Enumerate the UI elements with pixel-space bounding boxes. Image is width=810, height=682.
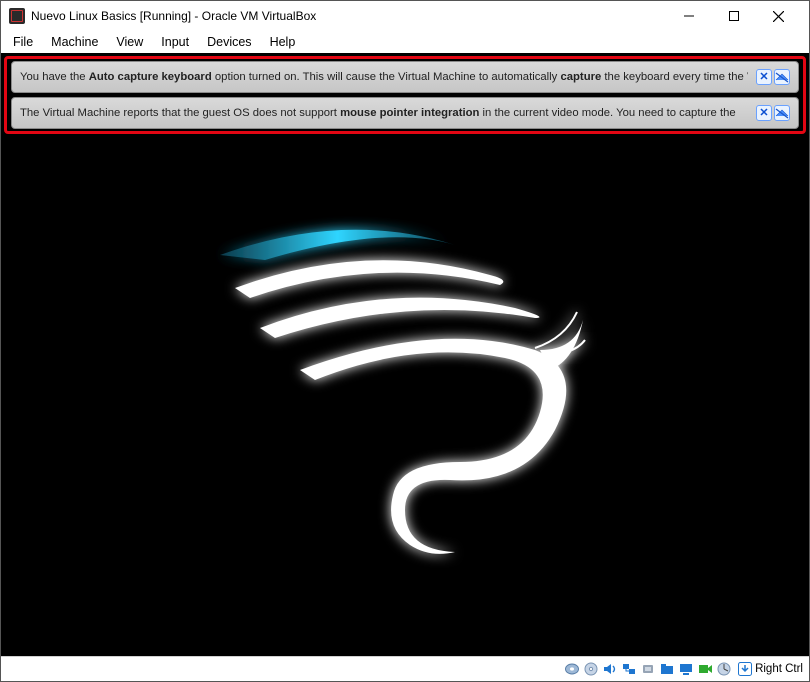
cpu-indicator-icon[interactable] bbox=[715, 661, 732, 678]
close-button[interactable] bbox=[756, 2, 801, 30]
guest-screen[interactable] bbox=[1, 53, 809, 656]
kali-dragon-logo bbox=[205, 200, 605, 560]
audio-indicator-icon[interactable] bbox=[601, 661, 618, 678]
window-title: Nuevo Linux Basics [Running] - Oracle VM… bbox=[31, 9, 316, 23]
vm-display-area[interactable]: You have the Auto capture keyboard optio… bbox=[1, 53, 809, 656]
dismiss-notification-button[interactable]: ✕ bbox=[756, 69, 772, 85]
menu-input[interactable]: Input bbox=[153, 33, 197, 51]
host-key-indicator[interactable]: Right Ctrl bbox=[738, 662, 803, 676]
menubar: File Machine View Input Devices Help bbox=[1, 31, 809, 53]
dismiss-notification-button[interactable]: ✕ bbox=[756, 105, 772, 121]
optical-drive-indicator-icon[interactable] bbox=[582, 661, 599, 678]
display-indicator-icon[interactable] bbox=[677, 661, 694, 678]
text: You have the bbox=[20, 71, 89, 83]
window-controls bbox=[666, 2, 801, 30]
menu-devices[interactable]: Devices bbox=[199, 33, 259, 51]
text: option turned on. This will cause the Vi… bbox=[212, 71, 561, 83]
text: the keyboard every time the VM bbox=[601, 71, 748, 83]
text-bold: mouse pointer integration bbox=[340, 107, 479, 119]
titlebar: Nuevo Linux Basics [Running] - Oracle VM… bbox=[1, 1, 809, 31]
down-arrow-icon bbox=[738, 662, 752, 676]
usb-indicator-icon[interactable] bbox=[639, 661, 656, 678]
host-key-label: Right Ctrl bbox=[755, 663, 803, 675]
mouse-integration-notification: The Virtual Machine reports that the gue… bbox=[11, 97, 799, 129]
virtualbox-window: Nuevo Linux Basics [Running] - Oracle VM… bbox=[0, 0, 810, 682]
recording-indicator-icon[interactable] bbox=[696, 661, 713, 678]
menu-machine[interactable]: Machine bbox=[43, 33, 106, 51]
hard-disk-indicator-icon[interactable] bbox=[563, 661, 580, 678]
app-icon bbox=[9, 8, 25, 24]
notification-text: You have the Auto capture keyboard optio… bbox=[20, 71, 748, 83]
menu-file[interactable]: File bbox=[5, 33, 41, 51]
text: in the current video mode. You need to c… bbox=[479, 107, 735, 119]
text-bold: Auto capture keyboard bbox=[89, 71, 212, 83]
network-indicator-icon[interactable] bbox=[620, 661, 637, 678]
shared-folders-indicator-icon[interactable] bbox=[658, 661, 675, 678]
suppress-notification-button[interactable] bbox=[774, 105, 790, 121]
annotation-highlight: You have the Auto capture keyboard optio… bbox=[4, 56, 806, 134]
keyboard-capture-notification: You have the Auto capture keyboard optio… bbox=[11, 61, 799, 93]
minimize-button[interactable] bbox=[666, 2, 711, 30]
statusbar: Right Ctrl bbox=[1, 656, 809, 681]
suppress-notification-button[interactable] bbox=[774, 69, 790, 85]
notification-text: The Virtual Machine reports that the gue… bbox=[20, 107, 748, 119]
menu-view[interactable]: View bbox=[108, 33, 151, 51]
text: The Virtual Machine reports that the gue… bbox=[20, 107, 340, 119]
text-bold: capture bbox=[560, 71, 601, 83]
menu-help[interactable]: Help bbox=[262, 33, 304, 51]
maximize-button[interactable] bbox=[711, 2, 756, 30]
